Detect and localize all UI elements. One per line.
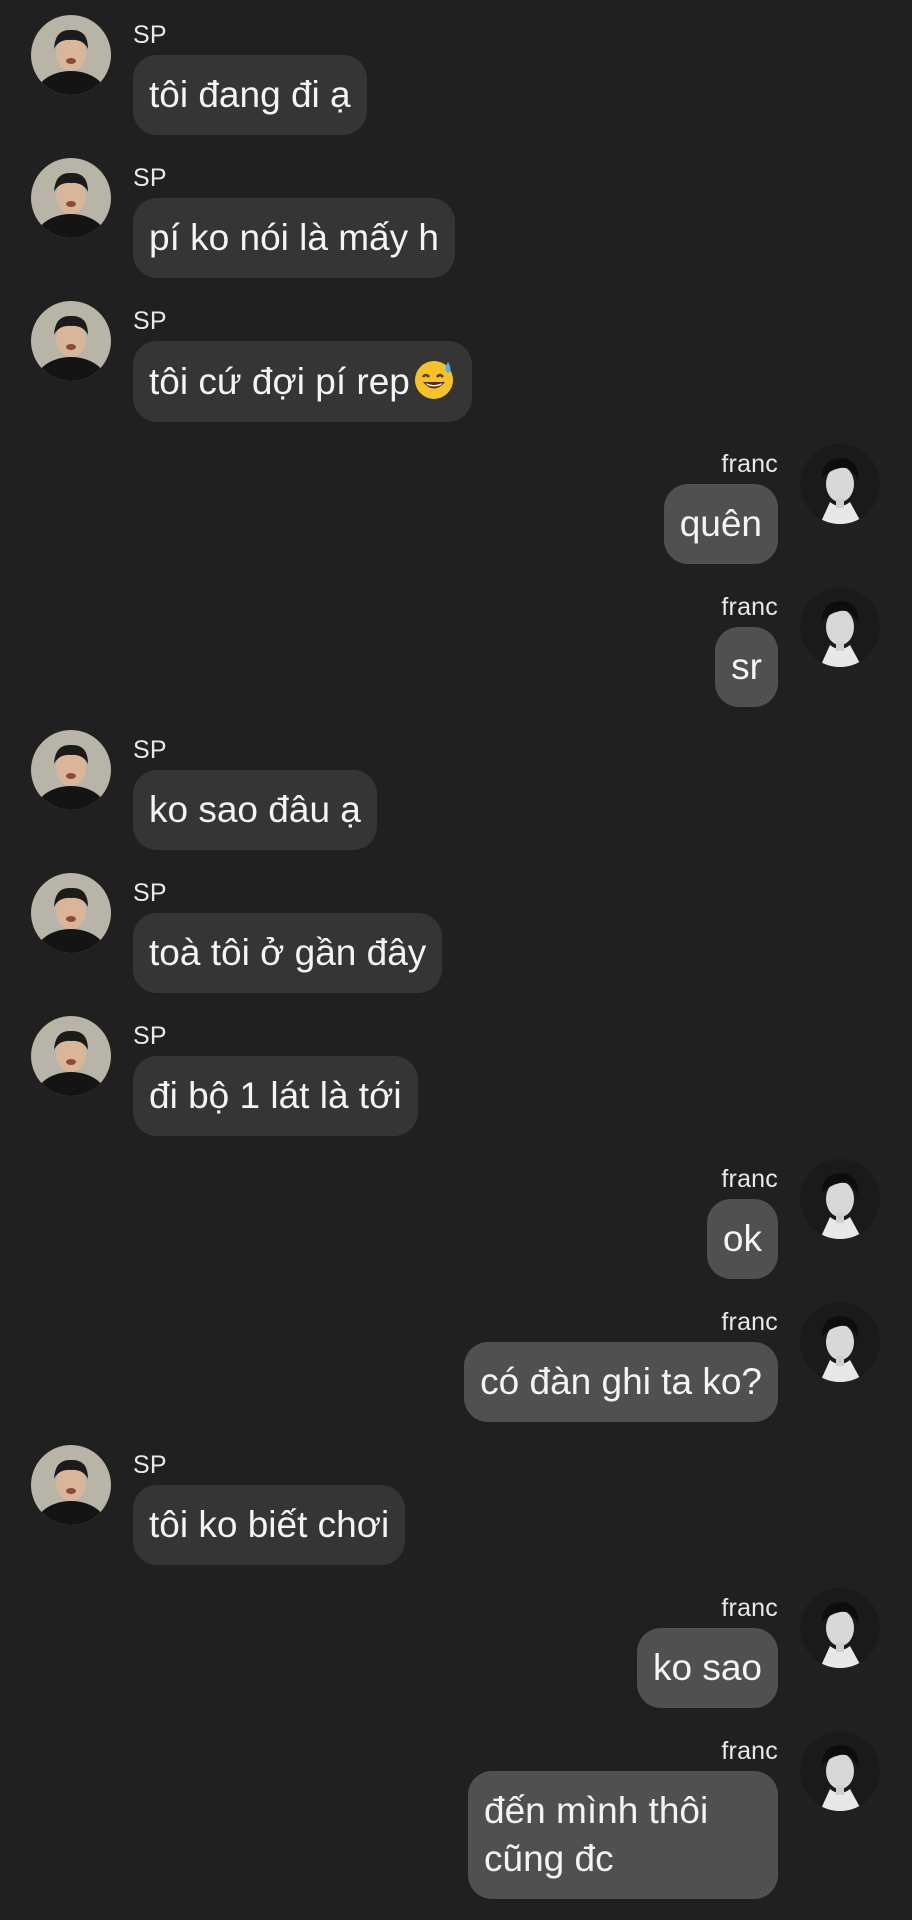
avatar-franc[interactable] (800, 1731, 880, 1811)
message-bubble[interactable]: ko sao (636, 1628, 778, 1708)
avatar-sp[interactable] (31, 301, 111, 381)
avatar-franc[interactable] (800, 1159, 880, 1239)
message-bubble[interactable]: pí ko nói là mấy h (133, 198, 455, 278)
message-bubble[interactable]: đến mình thôi cũng đc (468, 1771, 778, 1899)
message-bubble[interactable]: sr (715, 627, 778, 707)
avatar-franc[interactable] (800, 587, 880, 667)
sender-name: franc (721, 1165, 778, 1193)
message-bubble[interactable]: có đàn ghi ta ko? (464, 1342, 778, 1422)
message-bubble[interactable]: tôi cứ đợi pí rep (133, 341, 472, 422)
sender-name: SP (133, 1451, 167, 1479)
avatar-sp[interactable] (31, 1016, 111, 1096)
sender-name: franc (721, 450, 778, 478)
sender-name: SP (133, 1022, 167, 1050)
sender-name: SP (133, 21, 167, 49)
sweat-smile-emoji-icon (414, 361, 453, 399)
message-bubble[interactable]: ok (706, 1199, 778, 1279)
sender-name: franc (721, 1737, 778, 1765)
sender-name: franc (721, 1594, 778, 1622)
message-bubble[interactable]: quên (663, 484, 778, 564)
sender-name: SP (133, 164, 167, 192)
sender-name: franc (721, 593, 778, 621)
message-bubble[interactable]: toà tôi ở gần đây (133, 913, 443, 993)
sender-name: SP (133, 736, 167, 764)
sender-name: SP (133, 879, 167, 907)
avatar-sp[interactable] (31, 158, 111, 238)
avatar-franc[interactable] (800, 1302, 880, 1382)
avatar-sp[interactable] (31, 1445, 111, 1525)
message-bubble[interactable]: tôi đang đi ạ (133, 55, 367, 135)
avatar-franc[interactable] (800, 444, 880, 524)
avatar-sp[interactable] (31, 873, 111, 953)
message-bubble[interactable]: ko sao đâu ạ (133, 770, 377, 850)
sender-name: SP (133, 307, 167, 335)
sender-name: franc (721, 1308, 778, 1336)
chat-thread[interactable]: SP tôi đang đi ạ SP pí ko nói là mấy h S… (0, 0, 912, 1920)
message-bubble[interactable]: đi bộ 1 lát là tới (133, 1056, 418, 1136)
message-bubble[interactable]: tôi ko biết chơi (133, 1485, 406, 1565)
avatar-sp[interactable] (31, 15, 111, 95)
avatar-sp[interactable] (31, 730, 111, 810)
message-text: tôi cứ đợi pí rep (149, 361, 410, 402)
avatar-franc[interactable] (800, 1588, 880, 1668)
